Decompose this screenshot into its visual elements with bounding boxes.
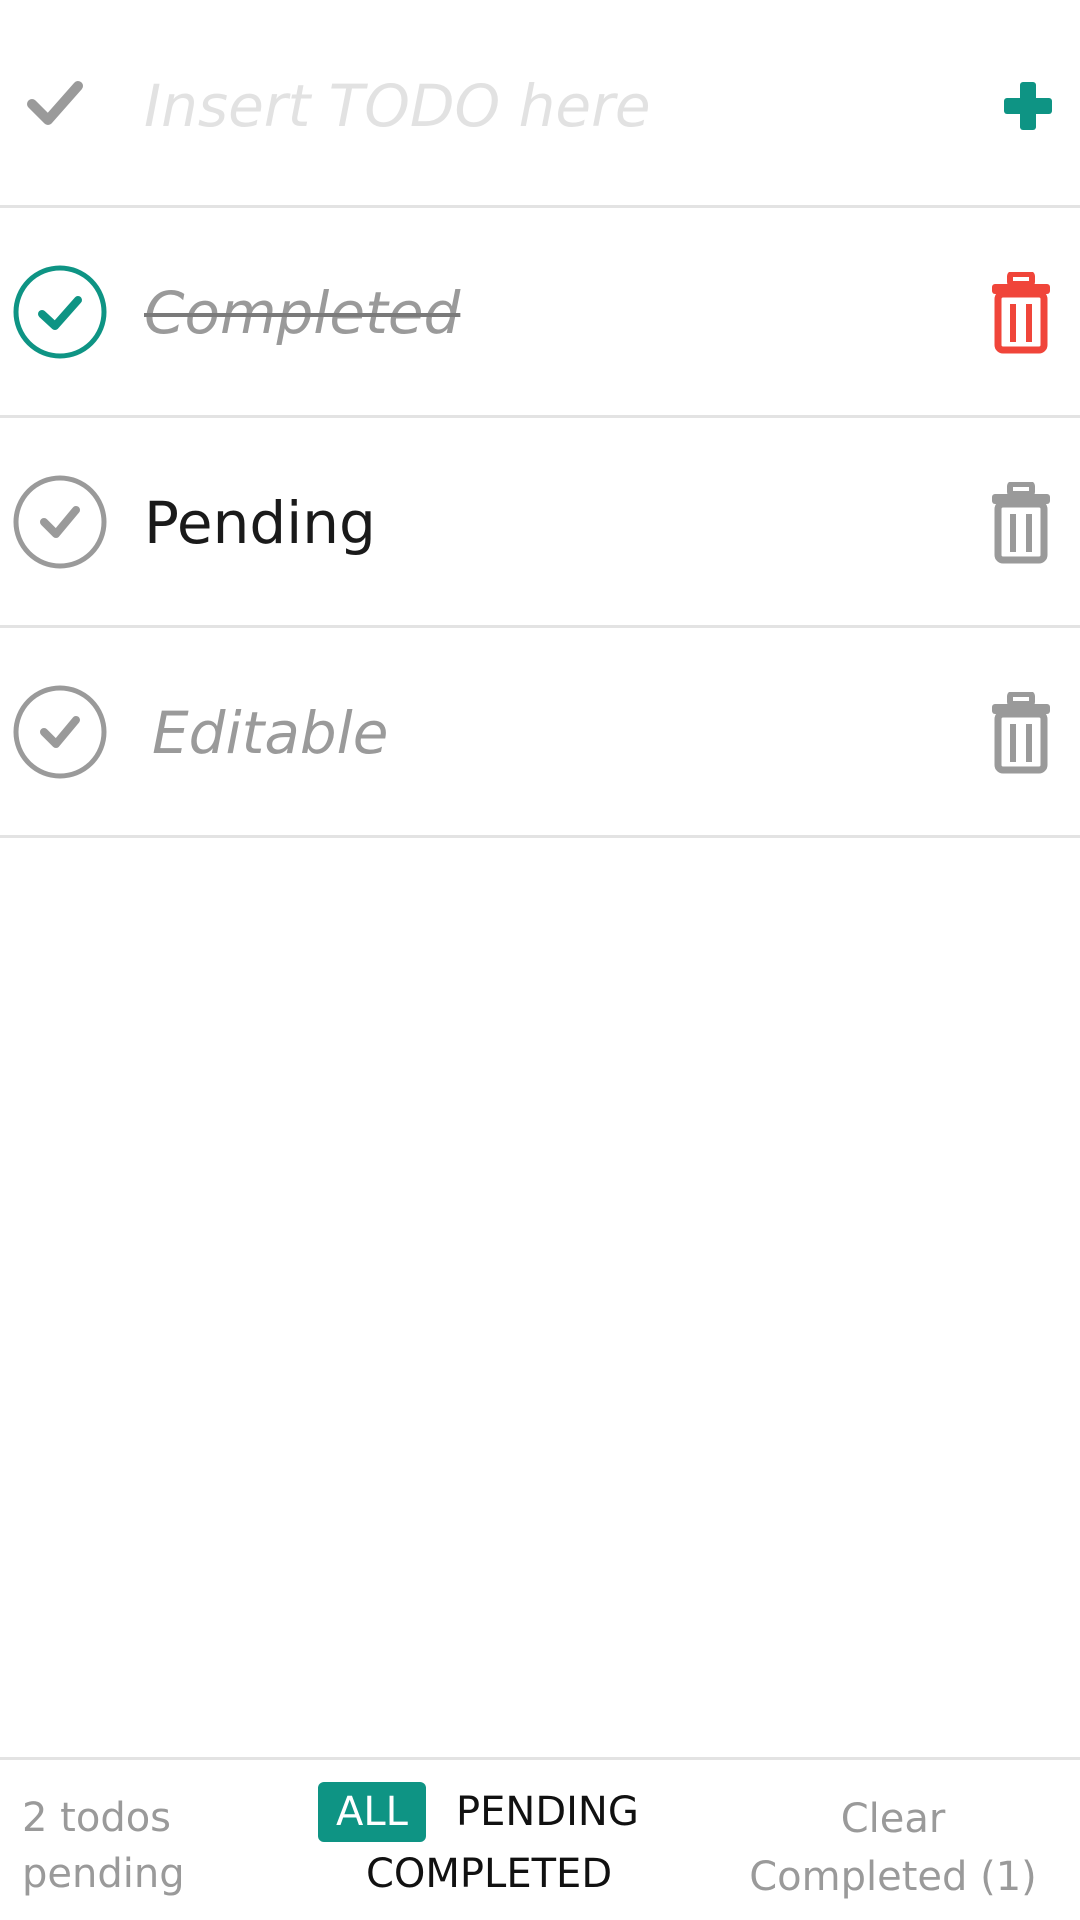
add-todo-plus-icon[interactable] xyxy=(1000,78,1056,134)
clear-completed-line2: Completed (1) xyxy=(749,1854,1037,1900)
pending-check-circle-icon[interactable] xyxy=(12,684,108,780)
new-todo-header xyxy=(0,0,1080,208)
todo-label[interactable]: Pending xyxy=(144,468,376,578)
delete-trash-icon[interactable] xyxy=(990,692,1052,774)
clear-completed-button[interactable]: Clear Completed (1) xyxy=(728,1790,1058,1906)
delete-trash-icon[interactable] xyxy=(990,482,1052,564)
filter-pending-button[interactable]: PENDING xyxy=(456,1782,639,1842)
todo-edit-input[interactable] xyxy=(152,678,852,788)
todo-footer: 2 todos pending ALL PENDING COMPLETED Cl… xyxy=(0,1757,1080,1920)
todo-app: Completed Pending xyxy=(0,0,1080,1920)
todo-count: 2 todos pending xyxy=(22,1790,242,1902)
toggle-all-check-icon[interactable] xyxy=(26,78,84,128)
clear-completed-line1: Clear xyxy=(840,1796,946,1842)
todo-list: Completed Pending xyxy=(0,208,1080,838)
completed-check-circle-icon[interactable] xyxy=(12,264,108,360)
new-todo-input[interactable] xyxy=(144,52,924,160)
todo-label[interactable]: Completed xyxy=(144,258,460,368)
pending-check-circle-icon[interactable] xyxy=(12,474,108,570)
filter-group: ALL PENDING COMPLETED xyxy=(300,1782,700,1912)
todo-count-line1: 2 todos xyxy=(22,1795,172,1841)
delete-trash-icon[interactable] xyxy=(990,272,1052,354)
filter-all-button[interactable]: ALL xyxy=(318,1782,426,1842)
filter-completed-button[interactable]: COMPLETED xyxy=(366,1844,612,1904)
todo-count-line2: pending xyxy=(22,1851,185,1897)
todo-item: Completed xyxy=(0,208,1080,418)
todo-item xyxy=(0,628,1080,838)
todo-item: Pending xyxy=(0,418,1080,628)
